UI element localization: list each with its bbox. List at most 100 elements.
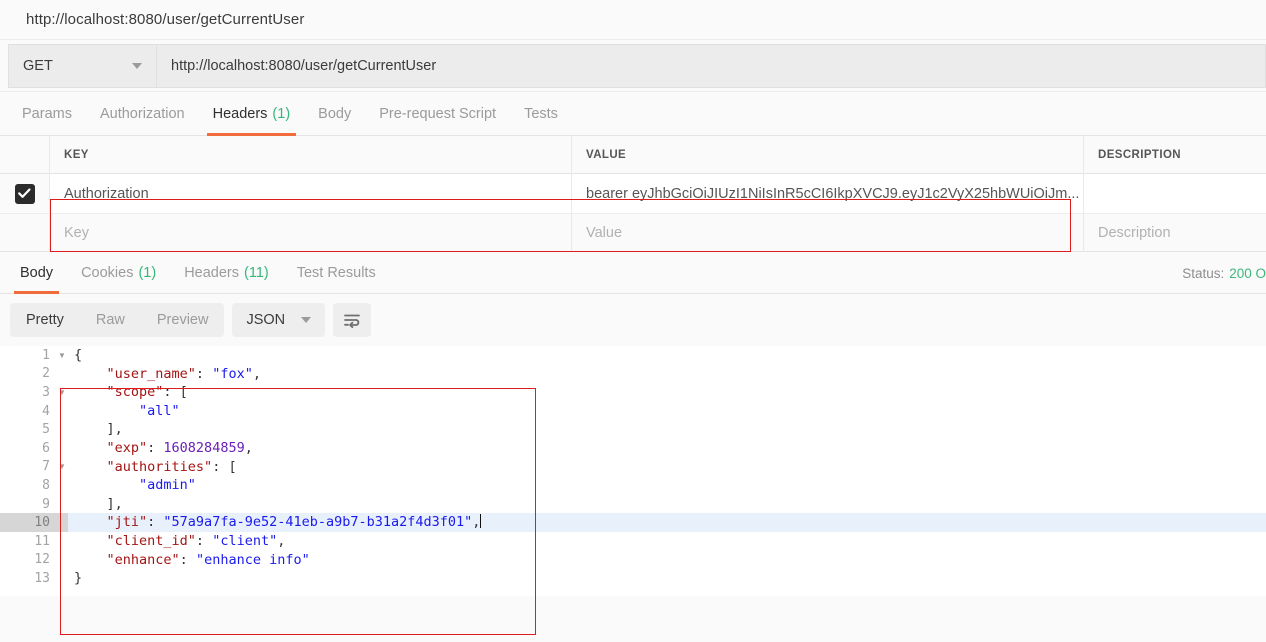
code-line[interactable]: 3 ▼ "scope": [ — [0, 383, 1266, 402]
code-line[interactable]: 12 "enhance": "enhance info" — [0, 551, 1266, 570]
code-line[interactable]: 5 ], — [0, 420, 1266, 439]
fold-toggle-icon[interactable]: ▼ — [56, 458, 68, 477]
column-header-value: VALUE — [572, 136, 1084, 173]
token-str: "all" — [139, 402, 180, 419]
token-pun: , — [277, 532, 286, 549]
response-tab-count-badge: (1) — [138, 264, 157, 281]
tab-body[interactable]: Body — [304, 92, 365, 135]
fold-toggle-icon[interactable]: ▼ — [56, 383, 68, 402]
token-pun: ], — [74, 421, 123, 438]
tab-authorization[interactable]: Authorization — [86, 92, 199, 135]
checkbox-icon[interactable] — [14, 183, 35, 204]
header-row-checkbox-cell[interactable] — [0, 174, 50, 213]
response-tab-body[interactable]: Body — [6, 252, 67, 294]
code-line-text: } — [68, 569, 82, 588]
new-header-value-input[interactable]: Value — [572, 214, 1084, 251]
code-line[interactable]: 8 "admin" — [0, 476, 1266, 495]
url-input[interactable]: http://localhost:8080/user/getCurrentUse… — [156, 43, 1266, 88]
tab-count-badge: (1) — [272, 105, 291, 122]
tab-pre-request-script[interactable]: Pre-request Script — [365, 92, 510, 135]
table-row[interactable]: Authorization bearer eyJhbGciOiJIUzI1NiI… — [0, 174, 1266, 214]
token-str: "enhance info" — [195, 551, 310, 568]
response-tab-label: Cookies — [81, 264, 134, 281]
code-line-text: "admin" — [68, 476, 196, 495]
tab-label: Body — [318, 105, 352, 122]
language-select[interactable]: JSON — [232, 303, 326, 337]
header-key-input[interactable]: Authorization — [50, 174, 572, 213]
token-pun — [74, 533, 107, 549]
headers-table-header-row: KEY VALUE DESCRIPTION — [0, 136, 1266, 174]
code-line-text: { — [68, 346, 82, 365]
fold-toggle-icon[interactable]: ▼ — [56, 346, 68, 365]
token-pun: : [ — [163, 384, 188, 401]
line-number: 12 — [34, 552, 50, 568]
response-tab-headers[interactable]: Headers (11) — [170, 252, 283, 293]
word-wrap-icon[interactable] — [333, 303, 372, 337]
tab-tests[interactable]: Tests — [510, 92, 572, 135]
column-header-description: DESCRIPTION — [1098, 148, 1181, 161]
line-number: 3 — [42, 384, 50, 400]
http-method-select[interactable]: GET — [8, 43, 156, 88]
code-line-text: "scope": [ — [68, 383, 188, 402]
token-pun: { — [74, 347, 83, 363]
token-key: "authorities" — [106, 458, 213, 475]
token-pun: ], — [74, 495, 123, 512]
request-url-bar: GET http://localhost:8080/user/getCurren… — [0, 40, 1266, 92]
tab-headers[interactable]: Headers (1) — [199, 92, 305, 136]
chevron-down-icon — [132, 62, 142, 69]
code-line-text: "all" — [68, 402, 180, 421]
line-number: 10 — [0, 513, 56, 532]
token-str: "fox" — [212, 365, 253, 382]
token-str: "client" — [212, 532, 278, 549]
token-pun — [74, 514, 107, 530]
format-mode-raw[interactable]: Raw — [80, 303, 141, 337]
line-number: 8 — [42, 477, 50, 493]
fold-spacer — [56, 513, 68, 532]
headers-placeholder-row[interactable]: Key Value Description — [0, 214, 1266, 252]
token-pun — [74, 459, 107, 475]
code-line[interactable]: 1 ▼ { — [0, 346, 1266, 365]
tab-label: Pre-request Script — [379, 105, 497, 122]
token-key: "jti" — [106, 514, 148, 531]
code-line[interactable]: 9 ], — [0, 495, 1266, 514]
header-description-input[interactable] — [1084, 174, 1266, 213]
code-line[interactable]: 7 ▼ "authorities": [ — [0, 458, 1266, 477]
text-cursor — [480, 514, 482, 529]
tab-label: Headers — [212, 105, 268, 122]
header-value-input[interactable]: bearer eyJhbGciOiJIUzI1NiIsInR5cCI6IkpXV… — [572, 174, 1084, 213]
code-line[interactable]: 6 "exp": 1608284859, — [0, 439, 1266, 458]
line-number: 1 — [42, 347, 50, 363]
status-badge: 200 O — [1229, 265, 1266, 281]
token-pun: : — [147, 439, 164, 456]
format-mode-pretty[interactable]: Pretty — [10, 303, 80, 337]
line-number: 13 — [34, 570, 50, 586]
response-body-viewer[interactable]: 1 ▼{2 "user_name": "fox", 3 ▼ "scope": [4 "… — [0, 346, 1266, 596]
code-line[interactable]: 11 "client_id": "client", — [0, 532, 1266, 551]
new-header-description-input[interactable]: Description — [1084, 214, 1266, 251]
code-line-text: "enhance": "enhance info" — [68, 551, 310, 570]
token-key: "scope" — [106, 384, 164, 401]
code-line-text: "client_id": "client", — [68, 532, 286, 551]
format-mode-group: Pretty Raw Preview — [10, 303, 225, 337]
code-line[interactable]: 10 "jti": "57a9a7fa-9e52-41eb-a9b7-b31a2… — [0, 513, 1266, 532]
code-line[interactable]: 4 "all" — [0, 402, 1266, 421]
line-number: 11 — [34, 533, 50, 549]
code-line[interactable]: 2 "user_name": "fox", — [0, 365, 1266, 384]
code-line[interactable]: 13} — [0, 569, 1266, 588]
response-tab-label: Headers — [184, 264, 239, 281]
headers-table: KEY VALUE DESCRIPTION Authorization bear… — [0, 136, 1266, 252]
line-number: 4 — [42, 403, 50, 419]
new-header-key-input[interactable]: Key — [50, 214, 572, 251]
token-pun: : — [195, 365, 213, 382]
chevron-down-icon — [301, 317, 312, 323]
code-line-text: "authorities": [ — [68, 458, 237, 477]
format-mode-preview[interactable]: Preview — [141, 303, 225, 337]
response-tab-cookies[interactable]: Cookies (1) — [67, 252, 170, 293]
response-tab-test-results[interactable]: Test Results — [283, 252, 390, 293]
status-label: Status: — [1182, 265, 1225, 281]
token-num: 1608284859 — [163, 439, 245, 456]
tab-params[interactable]: Params — [8, 92, 86, 135]
request-tabs: Params Authorization Headers (1) Body Pre-req… — [0, 92, 1266, 136]
